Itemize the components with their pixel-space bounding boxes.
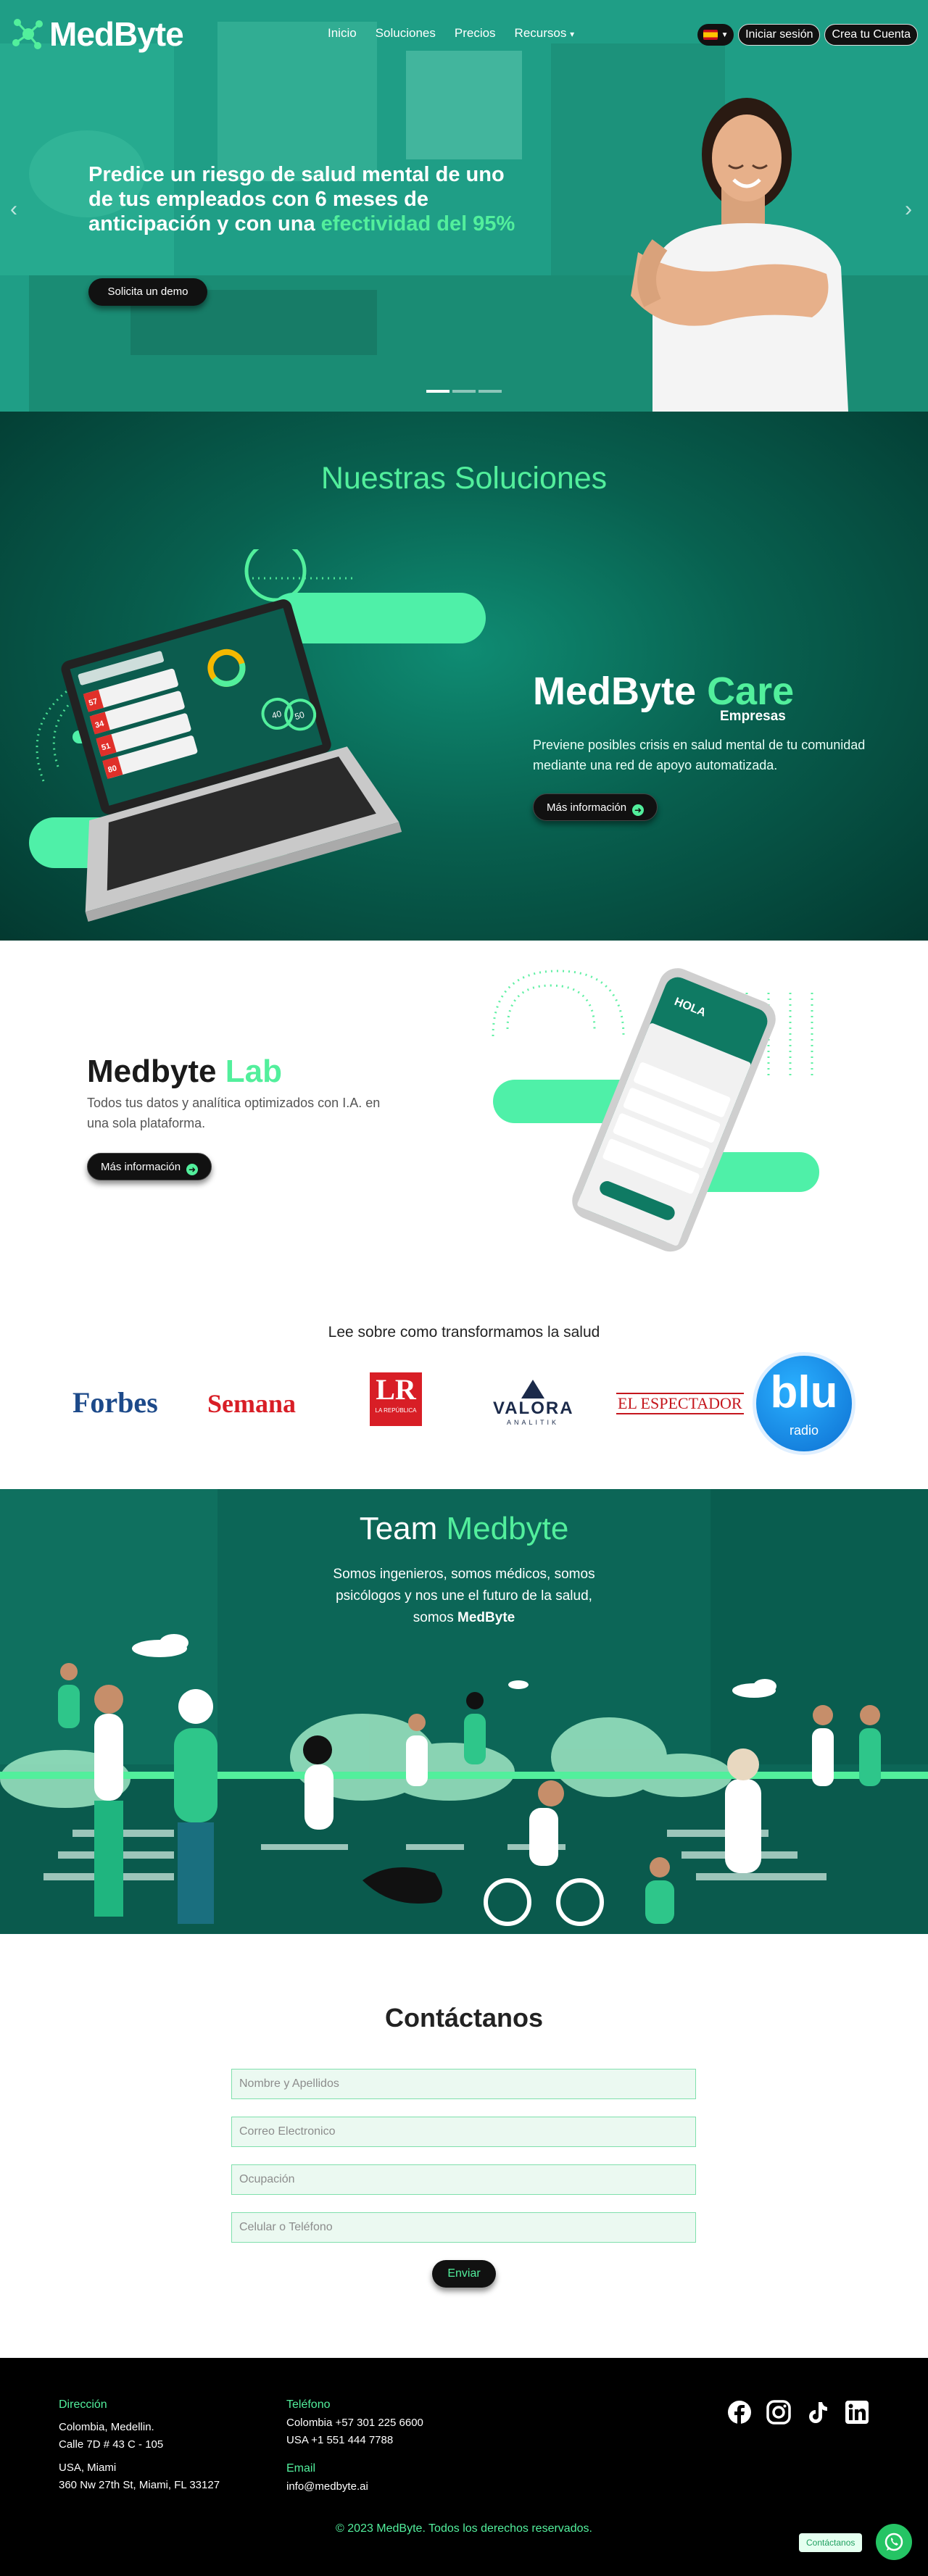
hero-title-accent: efectividad del 95% bbox=[320, 212, 515, 235]
footer-phone-label: Teléfono bbox=[286, 2398, 331, 2411]
facebook-icon[interactable] bbox=[727, 2400, 752, 2425]
phone-field[interactable] bbox=[231, 2212, 696, 2243]
care-more-info-label: Más información bbox=[547, 801, 627, 814]
top-navbar: MedByte Inicio Soluciones Precios Recurs… bbox=[0, 0, 928, 68]
brand-logo[interactable]: MedByte bbox=[12, 14, 184, 54]
radio-text: radio bbox=[789, 1423, 819, 1438]
contact-title: Contáctanos bbox=[384, 2003, 544, 2033]
lab-more-info-label: Más información bbox=[101, 1161, 181, 1173]
chevron-down-icon: ▾ bbox=[570, 29, 575, 39]
lab-title: Medbyte Lab bbox=[87, 1054, 282, 1089]
email-field[interactable] bbox=[231, 2117, 696, 2147]
molecule-logo-icon bbox=[12, 19, 43, 49]
team-description: Somos ingenieros, somos médicos, somos p… bbox=[333, 1567, 595, 1625]
team-illustration bbox=[0, 1489, 928, 1934]
carousel-dot[interactable] bbox=[478, 390, 502, 393]
footer-address-colombia-1: Colombia, Medellin. bbox=[59, 2421, 154, 2433]
footer-address-usa-1: USA, Miami bbox=[59, 2462, 117, 2474]
team-description-brand: MedByte bbox=[457, 1610, 515, 1625]
whatsapp-icon bbox=[884, 2533, 903, 2551]
la-republica-logo-sub: LA REPÚBLICA bbox=[375, 1407, 417, 1414]
nav-link-recursos[interactable]: Recursos ▾ bbox=[515, 26, 575, 41]
occupation-field[interactable] bbox=[231, 2164, 696, 2195]
hero-title: Predice un riesgo de salud mental de uno… bbox=[88, 163, 515, 235]
lab-more-info-button[interactable]: Más información ➜ bbox=[87, 1153, 212, 1180]
team-title: Team Medbyte bbox=[359, 1511, 569, 1546]
team-section bbox=[0, 1489, 928, 1934]
el-espectador-logo[interactable]: EL ESPECTADOR bbox=[616, 1393, 744, 1414]
carousel-dot[interactable] bbox=[426, 390, 450, 393]
analitik-text: ANALITIK bbox=[506, 1419, 559, 1426]
lab-phone-image: HOLA bbox=[492, 968, 819, 1252]
login-button[interactable]: Iniciar sesión bbox=[738, 24, 821, 46]
care-title: MedByte Care bbox=[533, 670, 795, 713]
carousel-indicators bbox=[426, 390, 502, 393]
blu-text: blu bbox=[770, 1367, 838, 1417]
arrow-right-icon: ➜ bbox=[186, 1164, 199, 1175]
arrow-right-icon: ➜ bbox=[632, 804, 645, 816]
linkedin-icon[interactable] bbox=[845, 2400, 869, 2425]
nav-links: Inicio Soluciones Precios Recursos ▾ bbox=[328, 26, 574, 41]
valora-analitik-logo[interactable]: VALORA ANALITIK bbox=[493, 1380, 573, 1426]
footer-phone-colombia[interactable]: Colombia +57 301 225 6600 bbox=[286, 2414, 423, 2432]
name-field[interactable] bbox=[231, 2069, 696, 2099]
la-republica-logo[interactable]: LR LA REPÚBLICA bbox=[370, 1372, 422, 1426]
care-more-info-button[interactable]: Más información ➜ bbox=[533, 793, 658, 821]
whatsapp-chat-label[interactable]: Contáctanos bbox=[799, 2533, 863, 2552]
brand-logo-text: MedByte bbox=[49, 15, 184, 53]
lab-description: Todos tus datos y analítica optimizados … bbox=[87, 1096, 381, 1130]
semana-logo[interactable]: Semana bbox=[207, 1388, 296, 1419]
whatsapp-button[interactable] bbox=[876, 2524, 912, 2560]
language-selector[interactable]: ▼ bbox=[697, 24, 734, 46]
carousel-dot[interactable] bbox=[452, 390, 476, 393]
instagram-icon[interactable] bbox=[766, 2400, 791, 2425]
valora-peak-icon bbox=[521, 1380, 544, 1399]
spain-flag-icon bbox=[703, 30, 718, 40]
blu-radio-logo[interactable]: blu radio bbox=[753, 1352, 856, 1455]
hero-woman-image bbox=[631, 98, 848, 412]
footer-address-colombia-2: Calle 7D # 43 C - 105 bbox=[59, 2438, 164, 2451]
forbes-logo[interactable]: Forbes bbox=[72, 1385, 158, 1420]
footer-address-label: Dirección bbox=[59, 2398, 107, 2411]
request-demo-button[interactable]: Solicita un demo bbox=[88, 278, 207, 306]
footer-phone-usa[interactable]: USA +1 551 444 7788 bbox=[286, 2432, 393, 2449]
footer-email[interactable]: info@medbyte.ai bbox=[286, 2478, 368, 2496]
la-republica-logo-lr: LR bbox=[376, 1373, 416, 1406]
care-subtitle: Empresas bbox=[720, 709, 786, 724]
nav-link-recursos-label: Recursos bbox=[514, 26, 567, 40]
footer-address-usa-2: 360 Nw 27th St, Miami, FL 33127 bbox=[59, 2479, 220, 2491]
valora-text: VALORA bbox=[493, 1399, 574, 1418]
care-laptop-image: 57 34 51 80 40 50 bbox=[29, 549, 486, 922]
footer bbox=[0, 2358, 928, 2576]
signup-button[interactable]: Crea tu Cuenta bbox=[824, 24, 918, 46]
nav-link-soluciones[interactable]: Soluciones bbox=[376, 26, 436, 41]
solutions-section: 57 34 51 80 40 50 Nuestras Soluciones Me… bbox=[0, 412, 928, 941]
footer-email-label: Email bbox=[286, 2462, 316, 2475]
nav-link-precios[interactable]: Precios bbox=[455, 26, 496, 41]
solutions-title: Nuestras Soluciones bbox=[320, 461, 608, 496]
tiktok-icon[interactable] bbox=[805, 2400, 830, 2425]
carousel-prev-icon[interactable]: ‹ bbox=[10, 197, 17, 222]
care-description: Previene posibles crisis en salud mental… bbox=[533, 738, 866, 772]
press-title: Lee sobre como transformamos la salud bbox=[328, 1324, 600, 1341]
press-logos: Forbes Semana LR LA REPÚBLICA VALORA ANA… bbox=[0, 1352, 928, 1461]
carousel-next-icon[interactable]: › bbox=[905, 197, 912, 222]
language-caret-icon: ▼ bbox=[721, 30, 729, 39]
nav-actions: ▼ Iniciar sesión Crea tu Cuenta bbox=[697, 24, 918, 46]
footer-copyright: © 2023 MedByte. Todos los derechos reser… bbox=[336, 2522, 592, 2535]
nav-link-inicio[interactable]: Inicio bbox=[328, 26, 357, 41]
send-button[interactable]: Enviar bbox=[432, 2260, 496, 2288]
